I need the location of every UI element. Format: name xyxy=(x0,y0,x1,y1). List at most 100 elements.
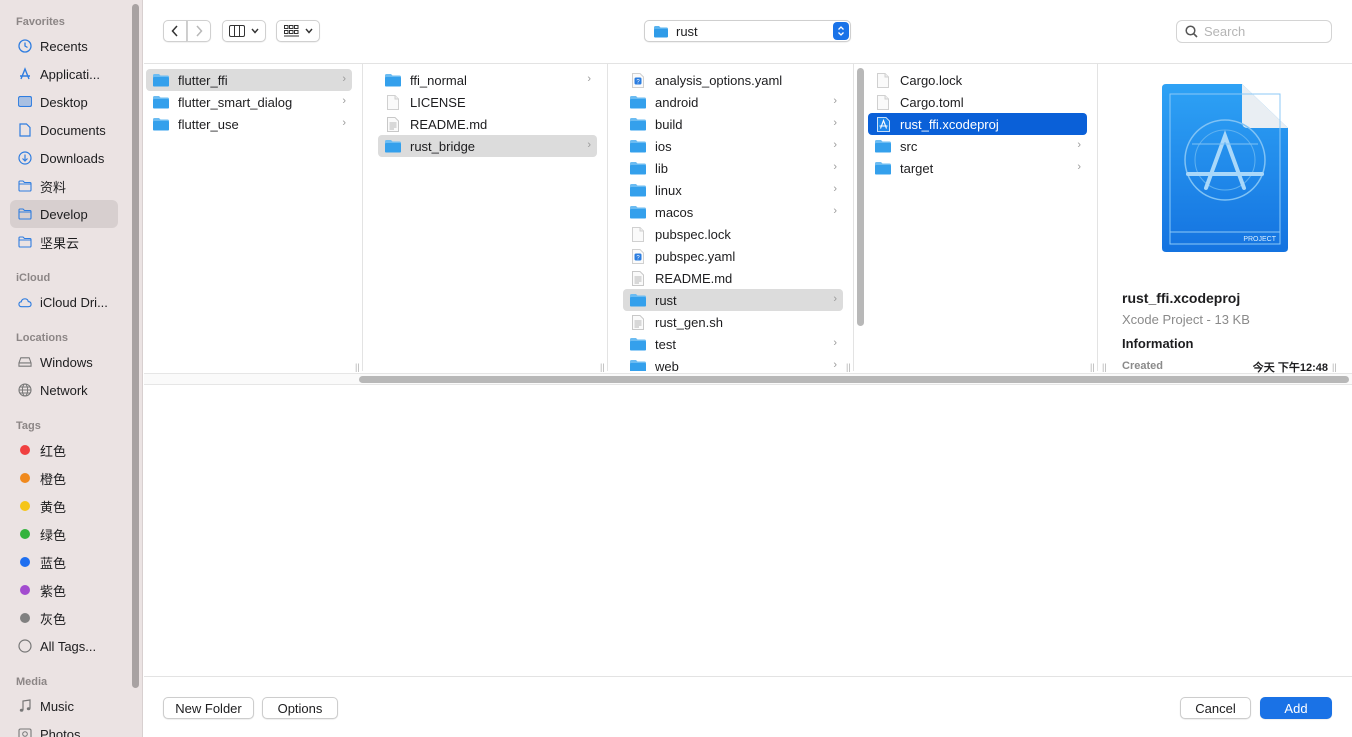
drive-icon xyxy=(18,355,32,369)
sidebar-item-label: Downloads xyxy=(40,150,105,166)
globe-icon xyxy=(18,383,32,397)
sidebar-item[interactable]: Recents xyxy=(10,32,118,60)
forward-button[interactable] xyxy=(187,20,211,42)
sidebar-item[interactable]: 橙色 xyxy=(10,464,118,492)
column-resize-handle[interactable]: || xyxy=(1102,362,1107,372)
list-item[interactable]: README.md xyxy=(378,113,597,135)
search-icon xyxy=(1185,25,1198,38)
sidebar-item[interactable]: 紫色 xyxy=(10,576,118,604)
column-resize-handle[interactable]: || xyxy=(355,362,360,372)
path-label: rust xyxy=(676,23,698,39)
path-popup[interactable]: rust xyxy=(644,20,851,42)
folder-icon xyxy=(18,235,32,249)
search-input[interactable]: Search xyxy=(1176,20,1332,43)
column-resize-handle[interactable]: || xyxy=(846,362,851,372)
sidebar-item[interactable]: 坚果云 xyxy=(10,228,118,256)
sidebar-item[interactable]: 红色 xyxy=(10,436,118,464)
chevron-right-icon: › xyxy=(833,161,837,173)
sidebar-item[interactable]: 黄色 xyxy=(10,492,118,520)
list-item[interactable]: web › xyxy=(623,355,843,371)
popup-stepper[interactable] xyxy=(833,22,849,40)
sidebar-item[interactable]: Downloads xyxy=(10,144,118,172)
chevron-right-icon: › xyxy=(587,73,591,85)
sidebar-item-label: Windows xyxy=(40,354,93,370)
column-resize-handle[interactable]: || xyxy=(1332,362,1337,372)
sidebar-item-label: Recents xyxy=(40,38,88,54)
sidebar-item[interactable]: iCloud Dri... xyxy=(10,288,118,316)
sidebar-item[interactable]: Music xyxy=(10,692,118,720)
list-item[interactable]: ? analysis_options.yaml xyxy=(623,69,843,91)
sidebar-item[interactable]: Documents xyxy=(10,116,118,144)
column-resize-handle[interactable]: || xyxy=(600,362,605,372)
list-item[interactable]: rust_ffi.xcodeproj xyxy=(868,113,1087,135)
list-item[interactable]: README.md xyxy=(623,267,843,289)
list-item[interactable]: android › xyxy=(623,91,843,113)
sidebar-item-label: Photos xyxy=(40,726,81,737)
list-item[interactable]: Cargo.toml xyxy=(868,91,1087,113)
sidebar-section-heading: Tags xyxy=(16,420,41,432)
list-item[interactable]: src › xyxy=(868,135,1087,157)
tag-dot-icon xyxy=(18,527,32,541)
sidebar-item[interactable]: 灰色 xyxy=(10,604,118,632)
item-name: README.md xyxy=(410,116,488,132)
list-item[interactable]: flutter_ffi › xyxy=(146,69,352,91)
sidebar-item[interactable]: 绿色 xyxy=(10,520,118,548)
sidebar-item[interactable]: 蓝色 xyxy=(10,548,118,576)
sidebar-scrollbar[interactable] xyxy=(132,4,139,688)
chevron-right-icon: › xyxy=(833,337,837,349)
list-item[interactable]: ? pubspec.yaml xyxy=(623,245,843,267)
cancel-button[interactable]: Cancel xyxy=(1180,697,1251,719)
chevron-right-icon: › xyxy=(342,117,346,129)
list-item[interactable]: linux › xyxy=(623,179,843,201)
sidebar-section-heading: iCloud xyxy=(16,272,51,284)
add-button[interactable]: Add xyxy=(1260,697,1332,719)
list-item[interactable]: pubspec.lock xyxy=(623,223,843,245)
list-item[interactable]: target › xyxy=(868,157,1087,179)
horizontal-scrollbar[interactable] xyxy=(144,373,1352,385)
list-item[interactable]: LICENSE xyxy=(378,91,597,113)
sidebar-item[interactable]: Windows xyxy=(10,348,118,376)
tag-dot-icon xyxy=(18,443,32,457)
list-item[interactable]: flutter_smart_dialog › xyxy=(146,91,352,113)
list-item[interactable]: Cargo.lock xyxy=(868,69,1087,91)
horizontal-scroll-thumb[interactable] xyxy=(359,376,1349,383)
item-name: flutter_smart_dialog xyxy=(178,94,293,110)
columns-view-icon xyxy=(229,25,245,37)
list-item[interactable]: build › xyxy=(623,113,843,135)
sidebar-item-label: Music xyxy=(40,698,74,714)
sidebar-item[interactable]: Network xyxy=(10,376,118,404)
list-item[interactable]: rust › xyxy=(623,289,843,311)
folder-icon xyxy=(629,204,647,220)
list-item[interactable]: test › xyxy=(623,333,843,355)
sidebar-item[interactable]: Applicati... xyxy=(10,60,118,88)
list-item[interactable]: ios › xyxy=(623,135,843,157)
column-resize-handle[interactable]: || xyxy=(1090,362,1095,372)
column-scrollbar[interactable] xyxy=(857,68,864,326)
list-item[interactable]: macos › xyxy=(623,201,843,223)
back-button[interactable] xyxy=(163,20,187,42)
sidebar-item[interactable]: Photos xyxy=(10,720,118,737)
group-button[interactable] xyxy=(276,20,320,42)
sidebar-item-label: 黄色 xyxy=(40,499,67,515)
item-name: rust xyxy=(655,292,677,308)
document-icon xyxy=(18,123,32,137)
list-item[interactable]: rust_gen.sh xyxy=(623,311,843,333)
options-button[interactable]: Options xyxy=(262,697,338,719)
list-item[interactable]: lib › xyxy=(623,157,843,179)
sidebar-item[interactable]: Desktop xyxy=(10,88,118,116)
folder-icon xyxy=(152,116,170,132)
chevron-right-icon: › xyxy=(833,293,837,305)
sidebar-item[interactable]: All Tags... xyxy=(10,632,118,660)
folder-icon xyxy=(629,336,647,352)
column-browser: Cargo.lock Cargo.toml rust_ffi.xcodeproj sr… xyxy=(144,63,1352,385)
list-item[interactable]: ffi_normal › xyxy=(378,69,597,91)
list-item[interactable]: rust_bridge › xyxy=(378,135,597,157)
new-folder-button[interactable]: New Folder xyxy=(163,697,254,719)
item-name: pubspec.yaml xyxy=(655,248,736,264)
item-name: test xyxy=(655,336,676,352)
list-item[interactable]: flutter_use › xyxy=(146,113,352,135)
view-mode-button[interactable] xyxy=(222,20,266,42)
sidebar-item-label: All Tags... xyxy=(40,638,97,654)
sidebar-item[interactable]: 资料 xyxy=(10,172,118,200)
sidebar-item[interactable]: Develop xyxy=(10,200,118,228)
